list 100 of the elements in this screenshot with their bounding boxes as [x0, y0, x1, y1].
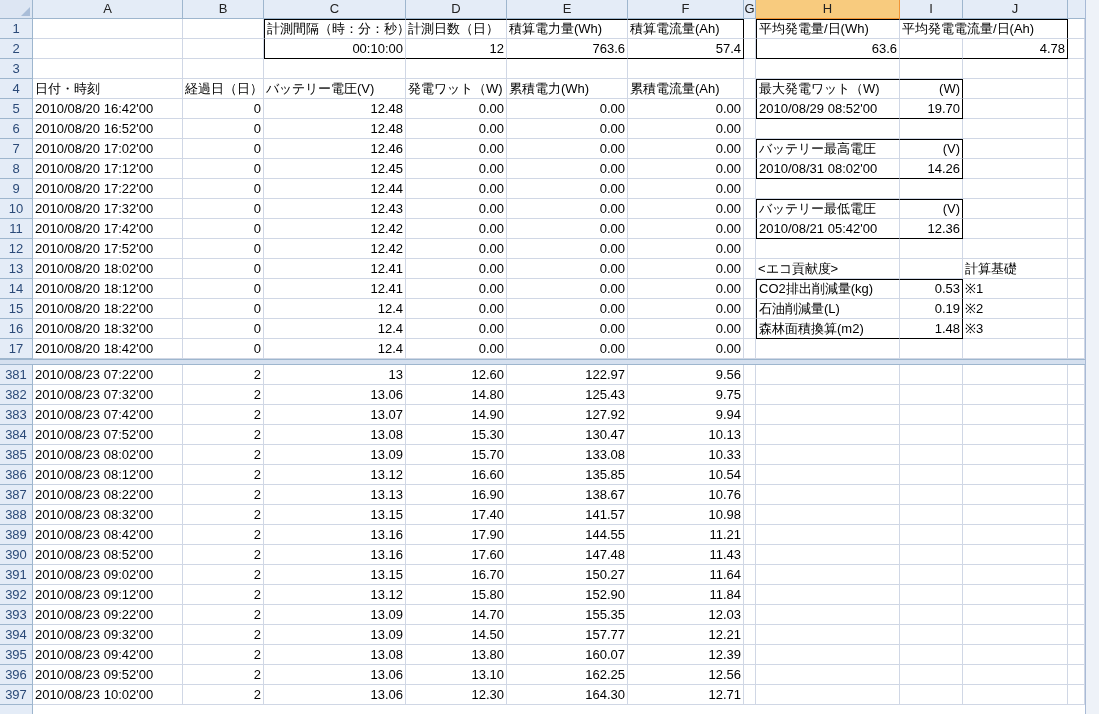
table-cell[interactable]: 0.00	[507, 99, 628, 119]
table-cell[interactable]: 14.70	[406, 605, 507, 625]
table-cell[interactable]: 0.53	[900, 279, 963, 299]
table-cell[interactable]	[900, 119, 963, 139]
column-header[interactable]: F	[628, 0, 744, 19]
row-header[interactable]: 383	[0, 405, 33, 425]
table-cell[interactable]	[744, 545, 756, 565]
table-cell[interactable]	[963, 239, 1068, 259]
table-cell[interactable]	[963, 445, 1068, 465]
table-cell[interactable]: 2010/08/20 18:32'00	[33, 319, 183, 339]
table-cell[interactable]: 2010/08/29 08:52'00	[756, 99, 900, 119]
table-cell[interactable]: 162.25	[507, 665, 628, 685]
table-cell[interactable]: 12.48	[264, 119, 406, 139]
table-cell[interactable]	[963, 505, 1068, 525]
table-cell[interactable]	[744, 385, 756, 405]
table-cell[interactable]: 0.00	[628, 219, 744, 239]
table-cell[interactable]: 144.55	[507, 525, 628, 545]
table-cell[interactable]: (V)	[900, 199, 963, 219]
table-cell[interactable]: 2	[183, 425, 264, 445]
table-cell[interactable]: 0.00	[507, 119, 628, 139]
table-cell[interactable]	[756, 179, 900, 199]
column-header[interactable]: D	[406, 0, 507, 19]
table-cell[interactable]: 12.21	[628, 625, 744, 645]
table-cell[interactable]: 2010/08/21 05:42'00	[756, 219, 900, 239]
table-cell[interactable]	[183, 19, 264, 39]
table-cell[interactable]	[963, 79, 1068, 99]
row-header[interactable]: 392	[0, 585, 33, 605]
table-cell[interactable]: 12	[406, 39, 507, 59]
table-cell[interactable]	[756, 645, 900, 665]
table-cell[interactable]: 147.48	[507, 545, 628, 565]
table-cell[interactable]: 0.00	[406, 259, 507, 279]
table-cell[interactable]: 2010/08/20 17:32'00	[33, 199, 183, 219]
table-cell[interactable]: 0.00	[507, 259, 628, 279]
table-cell[interactable]	[33, 39, 183, 59]
table-cell[interactable]: 13.12	[264, 585, 406, 605]
table-cell[interactable]: ※3	[963, 319, 1068, 339]
table-cell[interactable]: バッテリー電圧(V)	[264, 79, 406, 99]
table-cell[interactable]	[744, 665, 756, 685]
table-cell[interactable]: 12.43	[264, 199, 406, 219]
table-cell[interactable]	[963, 385, 1068, 405]
table-cell[interactable]	[963, 565, 1068, 585]
table-cell[interactable]: 13.13	[264, 485, 406, 505]
table-cell[interactable]	[963, 139, 1068, 159]
table-cell[interactable]	[756, 625, 900, 645]
table-cell[interactable]	[900, 385, 963, 405]
table-cell[interactable]: 0.00	[628, 139, 744, 159]
row-header[interactable]: 1	[0, 19, 33, 39]
table-cell[interactable]: 17.40	[406, 505, 507, 525]
table-cell[interactable]: 平均発電電流量/日(Ah)	[900, 19, 1068, 39]
table-cell[interactable]: 150.27	[507, 565, 628, 585]
split-bar[interactable]	[0, 359, 1085, 365]
table-cell[interactable]: 17.60	[406, 545, 507, 565]
table-cell[interactable]	[900, 565, 963, 585]
table-cell[interactable]	[744, 39, 756, 59]
row-header[interactable]: 16	[0, 319, 33, 339]
table-cell[interactable]: 0.00	[628, 159, 744, 179]
table-cell[interactable]	[744, 219, 756, 239]
table-cell[interactable]: 0.00	[507, 139, 628, 159]
table-cell[interactable]: バッテリー最低電圧	[756, 199, 900, 219]
table-cell[interactable]	[963, 425, 1068, 445]
table-cell[interactable]: 0	[183, 299, 264, 319]
table-cell[interactable]: 2010/08/23 08:02'00	[33, 445, 183, 465]
table-cell[interactable]: 14.80	[406, 385, 507, 405]
table-cell[interactable]: 0.00	[507, 179, 628, 199]
table-cell[interactable]: 57.4	[628, 39, 744, 59]
table-cell[interactable]: 15.30	[406, 425, 507, 445]
table-cell[interactable]: 0.00	[507, 159, 628, 179]
table-cell[interactable]: 13.08	[264, 425, 406, 445]
table-cell[interactable]: 2010/08/23 08:22'00	[33, 485, 183, 505]
table-cell[interactable]: 164.30	[507, 685, 628, 705]
table-cell[interactable]: 135.85	[507, 465, 628, 485]
table-cell[interactable]	[963, 59, 1068, 79]
table-cell[interactable]	[744, 179, 756, 199]
table-cell[interactable]: 2010/08/23 09:02'00	[33, 565, 183, 585]
table-cell[interactable]: 2	[183, 525, 264, 545]
table-cell[interactable]	[744, 465, 756, 485]
table-cell[interactable]	[744, 139, 756, 159]
table-cell[interactable]	[744, 485, 756, 505]
table-cell[interactable]: 12.4	[264, 319, 406, 339]
table-cell[interactable]: 2	[183, 505, 264, 525]
table-cell[interactable]: <エコ貢献度>	[756, 259, 900, 279]
table-cell[interactable]: 0.00	[406, 139, 507, 159]
table-cell[interactable]	[756, 445, 900, 465]
table-cell[interactable]	[744, 625, 756, 645]
table-cell[interactable]	[183, 39, 264, 59]
table-cell[interactable]: 2010/08/23 09:32'00	[33, 625, 183, 645]
table-cell[interactable]: 12.45	[264, 159, 406, 179]
table-cell[interactable]	[507, 59, 628, 79]
table-cell[interactable]: 2010/08/23 09:42'00	[33, 645, 183, 665]
table-cell[interactable]	[900, 625, 963, 645]
table-cell[interactable]	[744, 79, 756, 99]
row-header[interactable]: 390	[0, 545, 33, 565]
table-cell[interactable]: 10.33	[628, 445, 744, 465]
table-cell[interactable]: 0.00	[507, 239, 628, 259]
table-cell[interactable]: 13.16	[264, 545, 406, 565]
table-cell[interactable]	[744, 645, 756, 665]
table-cell[interactable]	[744, 425, 756, 445]
table-cell[interactable]: 13.80	[406, 645, 507, 665]
table-cell[interactable]: 11.64	[628, 565, 744, 585]
table-cell[interactable]: 0.00	[628, 299, 744, 319]
